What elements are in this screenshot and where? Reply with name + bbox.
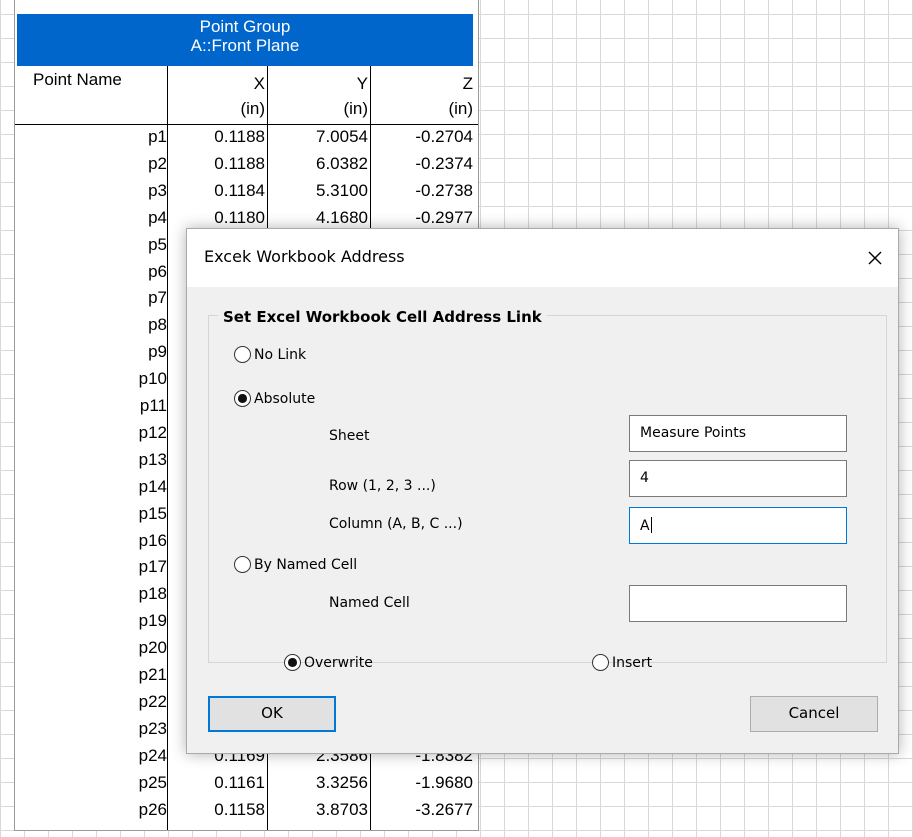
- radio-overwrite[interactable]: Overwrite: [284, 654, 373, 671]
- column-header-y: Y: [356, 74, 368, 93]
- radio-absolute-indicator: [234, 390, 251, 407]
- y-cell: 3.3256: [316, 772, 368, 792]
- point-name-cell: p25: [138, 772, 167, 792]
- z-cell: -0.2738: [415, 180, 473, 200]
- sheet-label: Sheet: [329, 428, 370, 444]
- point-name-cell: p12: [138, 422, 167, 442]
- radio-overwrite-label: Overwrite: [304, 654, 373, 671]
- x-cell: 0.1184: [214, 180, 265, 200]
- x-cell: 0.1188: [214, 153, 265, 173]
- z-cell: -0.2977: [415, 207, 473, 227]
- point-name-cell: p6: [148, 261, 167, 281]
- y-cell: 4.1680: [316, 207, 368, 227]
- text-cursor: [650, 517, 652, 533]
- point-name-cell: p13: [138, 449, 167, 469]
- point-name-cell: p14: [138, 476, 167, 496]
- cell-address-group-title: Set Excel Workbook Cell Address Link: [218, 308, 547, 326]
- header-divider: [167, 66, 168, 124]
- point-name-cell: p22: [138, 691, 167, 711]
- point-name-cell: p15: [138, 503, 167, 523]
- point-group-name: A::Front Plane: [190, 36, 300, 55]
- x-cell: 0.1161: [214, 772, 265, 792]
- column-unit-x: (in): [240, 99, 265, 118]
- z-cell: -1.9680: [415, 772, 473, 792]
- row-label: Row (1, 2, 3 ...): [329, 478, 436, 494]
- ok-button[interactable]: OK: [208, 696, 336, 732]
- radio-named-cell[interactable]: By Named Cell: [234, 556, 357, 573]
- y-cell: 3.8703: [316, 799, 368, 819]
- radio-no-link-indicator: [234, 346, 251, 363]
- radio-absolute-label: Absolute: [254, 390, 316, 407]
- point-group-header: Point Group A::Front Plane: [17, 14, 473, 66]
- point-name-cell: p20: [138, 638, 167, 658]
- point-name-cell: p11: [139, 396, 167, 415]
- y-cell: 5.3100: [316, 180, 368, 200]
- header-divider: [370, 66, 371, 124]
- point-name-cell: p3: [148, 180, 167, 200]
- point-name-cell: p18: [138, 584, 167, 604]
- cancel-button[interactable]: Cancel: [750, 696, 878, 732]
- point-name-cell: p4: [148, 207, 167, 227]
- x-cell: 0.1158: [214, 799, 265, 819]
- column-label: Column (A, B, C ...): [329, 516, 463, 532]
- radio-insert[interactable]: Insert: [592, 654, 652, 671]
- dialog-title: Excek Workbook Address: [204, 247, 405, 266]
- y-cell: 7.0054: [316, 127, 368, 146]
- radio-insert-indicator: [592, 654, 609, 671]
- x-cell: 0.1188: [214, 127, 265, 146]
- radio-named-cell-label: By Named Cell: [254, 556, 358, 573]
- point-name-cell: p8: [148, 315, 167, 335]
- z-cell: -0.2704: [415, 127, 473, 146]
- sheet-field[interactable]: Measure Points: [629, 415, 847, 452]
- column-unit-y: (in): [343, 99, 368, 118]
- point-name-cell: p26: [138, 799, 167, 819]
- close-button[interactable]: [852, 229, 898, 287]
- table-row: p3 0.1184 5.3100 -0.2738: [15, 179, 478, 206]
- excel-address-dialog: Excek Workbook Address Set Excel Workboo…: [186, 228, 899, 754]
- radio-no-link-label: No Link: [254, 346, 307, 363]
- point-name-cell: p16: [138, 530, 167, 550]
- point-name-cell: p23: [138, 718, 167, 738]
- point-name-cell: p1: [148, 127, 167, 146]
- named-cell-label: Named Cell: [329, 595, 410, 611]
- point-name-cell: p19: [138, 611, 167, 631]
- table-row: p26 0.1158 3.8703 -3.2677: [15, 798, 478, 825]
- point-name-cell: p10: [138, 369, 167, 389]
- z-cell: -0.2374: [415, 153, 473, 173]
- column-header-z: Z: [462, 74, 473, 93]
- radio-overwrite-indicator: [284, 654, 301, 671]
- column-header-point-name: Point Name: [33, 70, 122, 89]
- radio-absolute[interactable]: Absolute: [234, 390, 315, 407]
- column-field[interactable]: A: [629, 507, 847, 544]
- point-group-title: Point Group: [199, 17, 291, 36]
- column-header-x: X: [253, 74, 265, 93]
- y-cell: 6.0382: [316, 153, 368, 173]
- named-cell-field[interactable]: [629, 585, 847, 622]
- header-divider: [267, 66, 268, 124]
- dialog-titlebar: Excek Workbook Address: [187, 229, 898, 287]
- point-name-cell: p21: [138, 665, 167, 684]
- table-row: p2 0.1188 6.0382 -0.2374: [15, 152, 478, 179]
- close-icon: [868, 251, 882, 265]
- point-name-cell: p24: [138, 745, 167, 765]
- point-name-cell: p9: [148, 342, 167, 362]
- x-cell: 0.1180: [214, 207, 265, 227]
- column-field-value: A: [640, 518, 650, 534]
- point-name-cell: p2: [148, 153, 167, 173]
- row-field[interactable]: 4: [629, 460, 847, 497]
- column-unit-z: (in): [448, 99, 473, 118]
- table-row: p1 0.1188 7.0054 -0.2704: [15, 125, 478, 152]
- point-name-cell: p7: [148, 288, 167, 308]
- z-cell: -3.2677: [415, 799, 473, 819]
- radio-named-cell-indicator: [234, 556, 251, 573]
- table-row: p25 0.1161 3.3256 -1.9680: [15, 771, 478, 798]
- point-name-cell: p5: [148, 234, 167, 254]
- radio-no-link[interactable]: No Link: [234, 346, 306, 363]
- point-name-cell: p17: [138, 557, 167, 577]
- radio-insert-label: Insert: [612, 654, 653, 671]
